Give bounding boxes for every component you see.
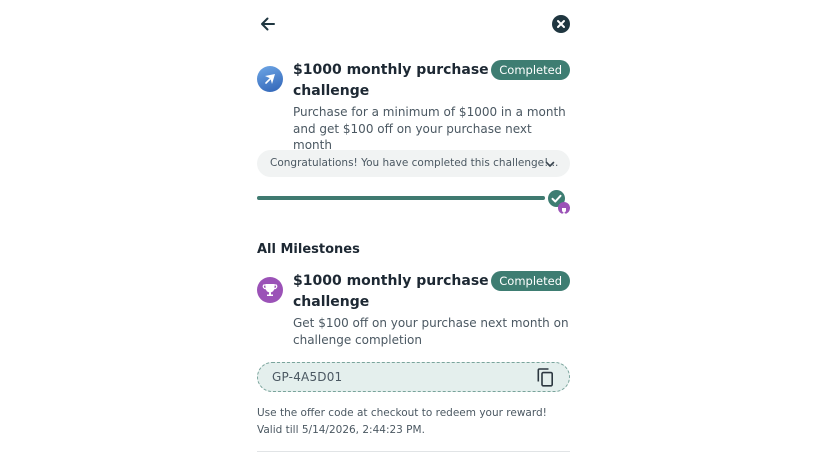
trophy-icon bbox=[257, 277, 283, 303]
milestones-heading: All Milestones bbox=[257, 242, 360, 257]
close-icon bbox=[557, 20, 565, 28]
progress-fill bbox=[257, 196, 545, 200]
arrow-left-icon bbox=[261, 17, 275, 31]
status-badge: Completed bbox=[491, 60, 570, 80]
offer-code: GP-4A5D01 bbox=[272, 370, 343, 384]
challenge-title: $1000 monthly purchase challenge bbox=[293, 62, 489, 99]
back-button[interactable] bbox=[258, 14, 278, 34]
congrats-accordion[interactable]: Congratulations! You have completed this… bbox=[257, 150, 570, 177]
milestone-title: $1000 monthly purchase challenge bbox=[293, 273, 489, 310]
milestone-description: Get $100 off on your purchase next month… bbox=[293, 316, 569, 347]
top-bar bbox=[257, 14, 570, 34]
redeem-note: Use the offer code at checkout to redeem… bbox=[257, 407, 547, 436]
offer-code-box: GP-4A5D01 bbox=[257, 362, 570, 392]
divider bbox=[257, 451, 570, 452]
close-button[interactable] bbox=[552, 15, 570, 33]
status-badge: Completed bbox=[491, 271, 570, 291]
trophy-icon bbox=[558, 202, 570, 215]
brand-logo-icon bbox=[257, 66, 283, 92]
congrats-message: Congratulations! You have completed this… bbox=[270, 157, 559, 169]
challenge-detail-panel: $1000 monthly purchase challenge Complet… bbox=[257, 0, 570, 466]
copy-icon[interactable] bbox=[537, 368, 554, 387]
chevron-down-icon bbox=[545, 161, 555, 167]
challenge-description: Purchase for a minimum of $1000 in a mon… bbox=[293, 105, 566, 152]
progress-bar bbox=[257, 196, 545, 200]
